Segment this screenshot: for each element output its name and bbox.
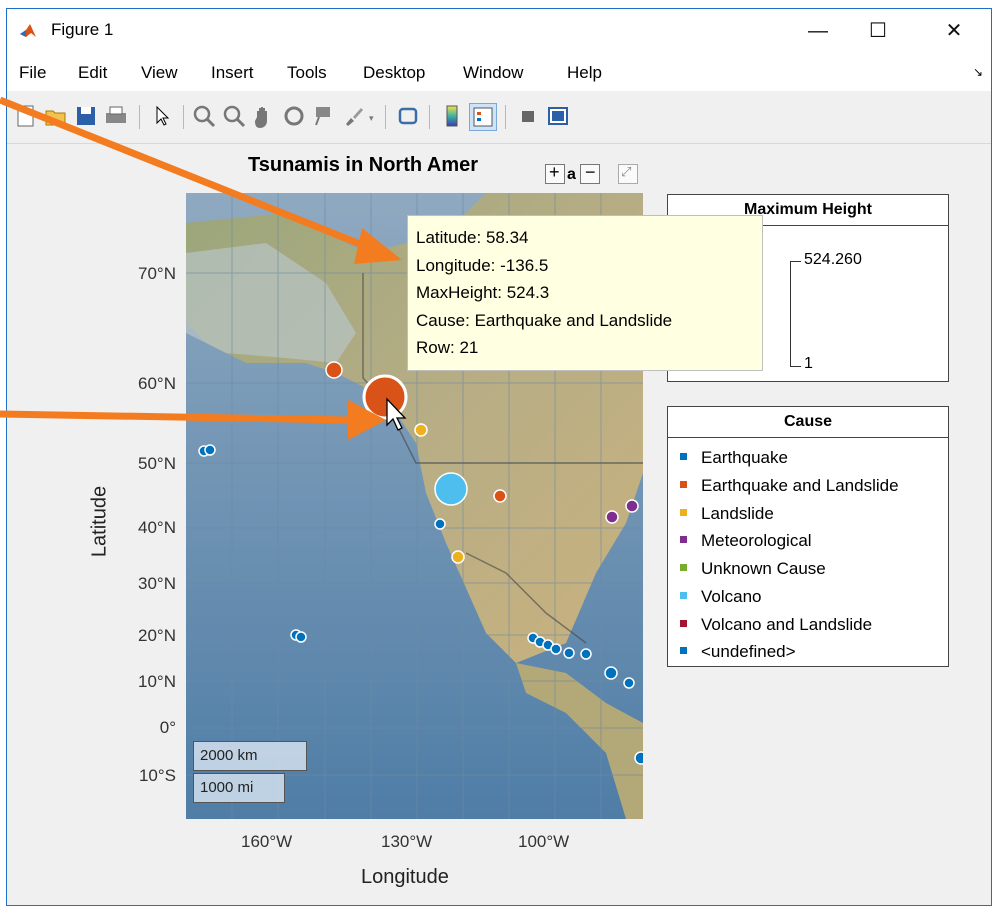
annotation-arrow <box>0 400 386 440</box>
mouse-cursor-icon <box>386 397 407 431</box>
annotation-arrow <box>0 96 402 264</box>
annotation-overlay <box>0 96 407 440</box>
